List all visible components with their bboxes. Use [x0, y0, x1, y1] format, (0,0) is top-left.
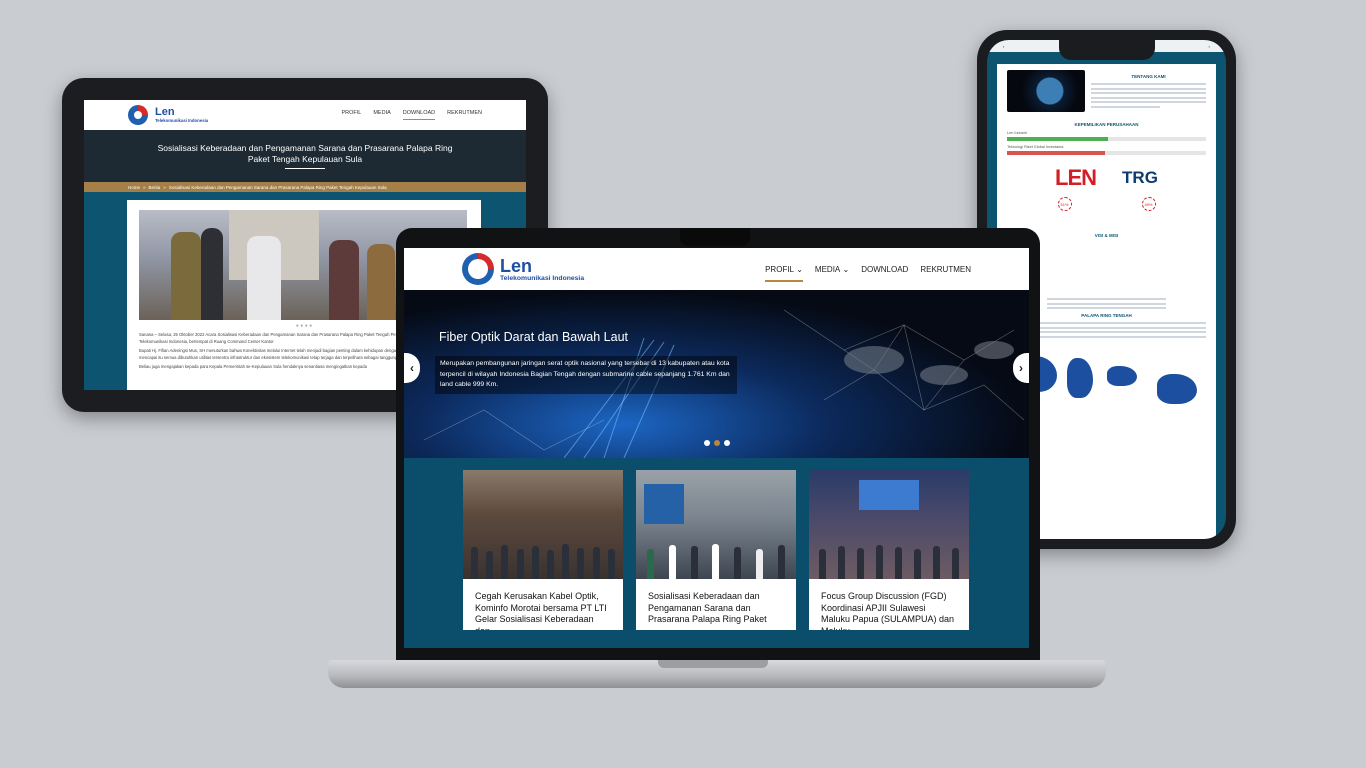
- company-video[interactable]: [1007, 70, 1085, 112]
- logo-subtitle: Telekomunikasi Indonesia: [500, 274, 585, 282]
- tablet-page-title: Sosialisasi Keberadaan dan Pengamanan Sa…: [157, 142, 453, 164]
- breadcrumb-current: Sosialisasi Keberadaan dan Pengamanan Sa…: [168, 184, 387, 190]
- laptop-base: [328, 660, 1106, 688]
- nav-download[interactable]: DOWNLOAD: [861, 248, 908, 290]
- hero-slider: Fiber Optik Darat dan Bawah Laut Merupak…: [404, 290, 1029, 458]
- news-section: Cegah Kerusakan Kabel Optik, Kominfo Mor…: [404, 458, 1029, 648]
- trg-logo: TRG: [1122, 168, 1158, 187]
- nav-profil[interactable]: PROFIL ⌄: [765, 248, 803, 290]
- owner-2-label: Teknologi Riset Global Investama: [1007, 145, 1064, 149]
- len-logo: LEN: [1055, 165, 1097, 190]
- breadcrumb: Home» Berita» Sosialisasi Keberadaan dan…: [84, 182, 526, 192]
- owner-1-label: Len Industri: [1007, 131, 1027, 135]
- owner-logos: LEN TRG: [1007, 165, 1206, 191]
- tablet-nav-download[interactable]: DOWNLOAD: [402, 110, 436, 120]
- slider-dot[interactable]: [704, 440, 710, 446]
- logo-subtitle: Telekomunikasi Indonesia: [155, 118, 209, 123]
- chevron-left-icon: ‹: [410, 361, 414, 375]
- nav-links: PROFIL ⌄ MEDIA ⌄ DOWNLOAD REKRUTMEN: [765, 248, 971, 290]
- camera-notch: [680, 228, 750, 246]
- tablet-logo[interactable]: Len Telekomunikasi Indonesia: [128, 105, 208, 125]
- news-photo: [463, 470, 623, 579]
- nav-media[interactable]: MEDIA ⌄: [815, 248, 849, 290]
- site-logo[interactable]: Len Telekomunikasi Indonesia: [462, 253, 584, 285]
- main-navbar: Len Telekomunikasi Indonesia PROFIL ⌄ ME…: [404, 248, 1029, 290]
- slider-dots: [704, 440, 730, 446]
- slider-dot[interactable]: [714, 440, 720, 446]
- tablet-nav-media[interactable]: MEDIA: [373, 110, 390, 120]
- chevron-down-icon: ⌄: [796, 264, 803, 274]
- pct-trg: 49%: [1141, 197, 1156, 211]
- news-title: Sosialisasi Keberadaan dan Pengamanan Sa…: [648, 591, 767, 625]
- laptop-device: Len Telekomunikasi Indonesia PROFIL ⌄ ME…: [396, 228, 1040, 662]
- owner-2-bar: [1007, 151, 1206, 155]
- news-card[interactable]: Sosialisasi Keberadaan dan Pengamanan Sa…: [636, 470, 796, 630]
- logo-name: Len: [500, 255, 533, 276]
- nav-rekrutmen[interactable]: REKRUTMEN: [920, 248, 971, 290]
- logo-name: Len: [155, 106, 175, 118]
- breadcrumb-home[interactable]: Home: [128, 185, 140, 190]
- tablet-nav-rekrutmen[interactable]: REKRUTMEN: [447, 110, 482, 120]
- breadcrumb-berita[interactable]: Berita: [149, 185, 161, 190]
- phone-notch: [1059, 40, 1155, 60]
- ownership-percent: 51% 49%: [1007, 197, 1206, 211]
- tablet-navbar: Len Telekomunikasi Indonesia PROFIL MEDI…: [84, 100, 526, 130]
- hero-description: Merupakan pembangunan jaringan serat opt…: [435, 356, 737, 394]
- logo-ring-icon: [462, 253, 494, 285]
- news-card[interactable]: Cegah Kerusakan Kabel Optik, Kominfo Mor…: [463, 470, 623, 630]
- news-photo: [636, 470, 796, 579]
- ownership-title: KEPEMILIKAN PERUSAHAAN: [1074, 122, 1139, 127]
- laptop-screen: Len Telekomunikasi Indonesia PROFIL ⌄ ME…: [404, 248, 1029, 648]
- chevron-right-icon: ›: [1019, 361, 1023, 375]
- owner-1-bar: [1007, 137, 1206, 141]
- tablet-nav-profil[interactable]: PROFIL: [341, 110, 361, 120]
- news-card[interactable]: Focus Group Discussion (FGD) Koordinasi …: [809, 470, 969, 630]
- slider-dot[interactable]: [724, 440, 730, 446]
- tablet-nav-links: PROFIL MEDIA DOWNLOAD REKRUTMEN: [341, 110, 482, 120]
- news-title: Focus Group Discussion (FGD) Koordinasi …: [821, 591, 955, 630]
- tablet-page-header: Sosialisasi Keberadaan dan Pengamanan Sa…: [84, 130, 526, 182]
- news-photo: [809, 470, 969, 579]
- laptop-opening-notch: [658, 660, 768, 668]
- news-title: Cegah Kerusakan Kabel Optik, Kominfo Mor…: [475, 591, 607, 630]
- pct-len: 51%: [1057, 197, 1072, 211]
- chevron-down-icon: ⌄: [842, 264, 850, 274]
- about-title: TENTANG KAMI: [1131, 74, 1166, 79]
- about-text: [1091, 83, 1206, 108]
- title-divider: [285, 168, 325, 170]
- logo-ring-icon: [128, 105, 148, 125]
- hero-title: Fiber Optik Darat dan Bawah Laut: [439, 330, 628, 344]
